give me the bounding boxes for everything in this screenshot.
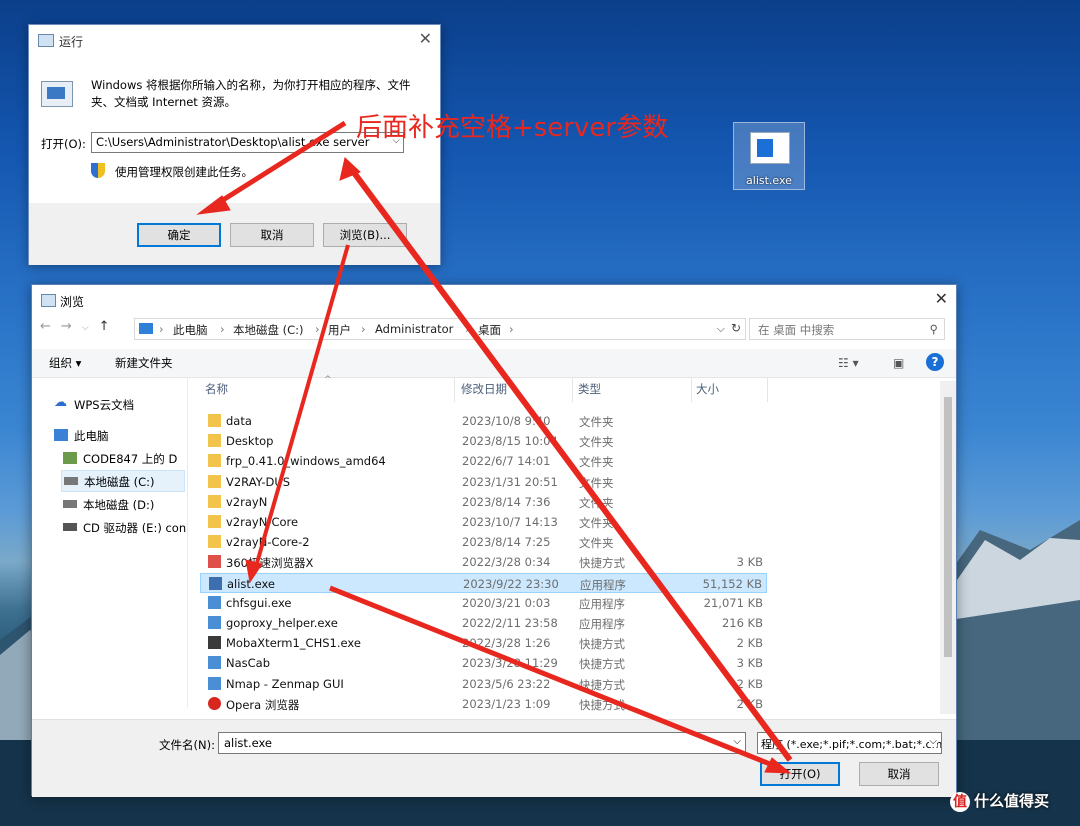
watermark-logo: 值 bbox=[950, 791, 970, 812]
annotation-text: 后面补充空格+server参数 bbox=[356, 113, 669, 143]
watermark-text: 什么值得买 bbox=[974, 792, 1050, 810]
watermark: 值什么值得买 bbox=[950, 790, 1049, 812]
